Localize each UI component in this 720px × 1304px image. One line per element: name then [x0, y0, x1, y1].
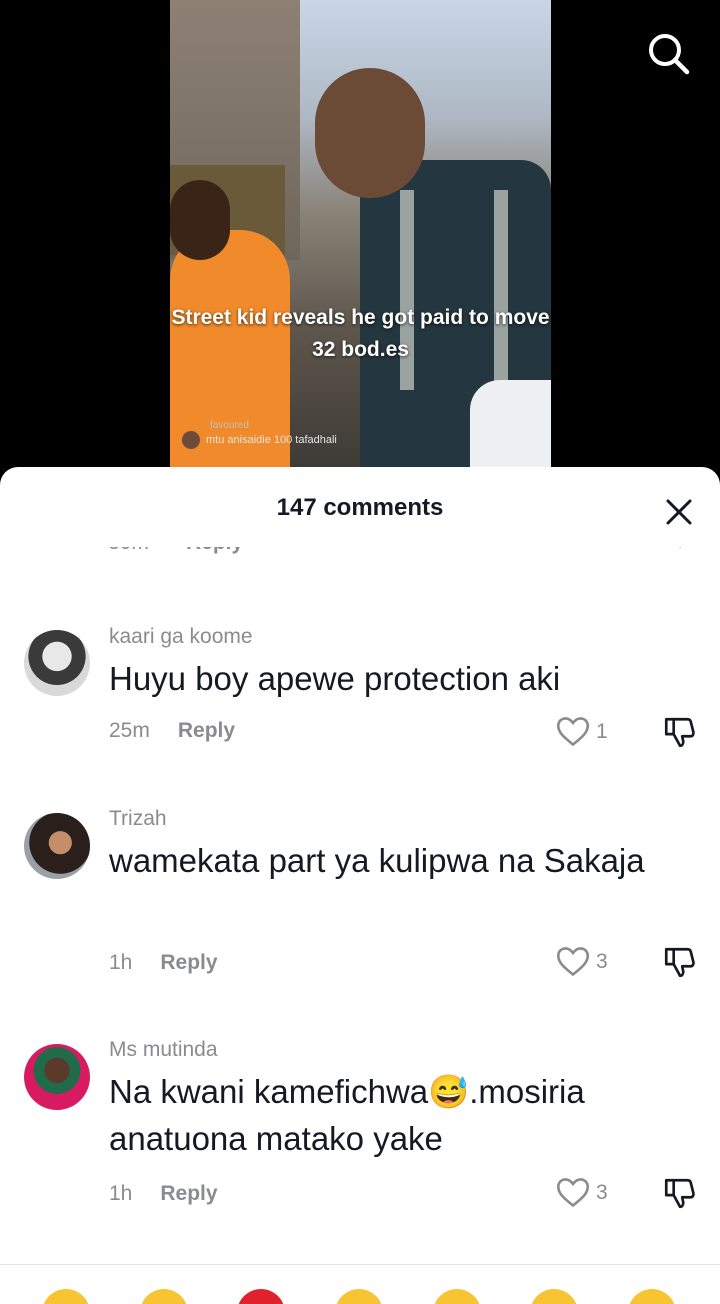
thumbs-down-icon[interactable] [663, 547, 695, 549]
avatar[interactable] [24, 630, 90, 696]
comment-meta: 1h Reply [109, 1182, 218, 1206]
emoji-love-icon[interactable] [433, 1289, 481, 1304]
like-button[interactable]: 1 [556, 715, 616, 749]
comment-meta: 1h Reply [109, 951, 218, 975]
video-street-kid-head [170, 180, 230, 260]
video-comment-sticker: favoured mtu anisaidie 100 tafadhali [182, 420, 337, 449]
video-caption: Street kid reveals he got paid to move 3… [171, 306, 550, 361]
comment-text: Huyu boy apewe protection aki [109, 660, 561, 697]
comment-username[interactable]: kaari ga koome [109, 625, 253, 649]
emoji-quick-bar [0, 1264, 720, 1304]
thumbs-down-icon[interactable] [662, 715, 696, 749]
video-frame[interactable]: Street kid reveals he got paid to move 3… [170, 0, 551, 470]
like-button[interactable]: 3 [556, 1176, 616, 1210]
comment-username[interactable]: Ms mutinda [109, 1038, 218, 1062]
thumbs-down-icon[interactable] [662, 1176, 696, 1210]
emoji-thinking-icon[interactable] [140, 1289, 188, 1304]
comment-time: 25m [109, 719, 150, 742]
comment-item: kaari ga koome Huyu boy apewe protection… [0, 625, 720, 748]
emoji-smile-icon[interactable] [335, 1289, 383, 1304]
heart-outline-icon[interactable] [556, 715, 590, 749]
emoji-laugh-icon[interactable] [42, 1289, 90, 1304]
comment-item: Ms mutinda Na kwani kamefichwa😅.mosiria … [0, 1038, 720, 1210]
reply-button[interactable]: Reply [178, 719, 235, 742]
thumbs-down-icon[interactable] [662, 945, 696, 979]
comment-username[interactable]: Trizah [109, 807, 167, 831]
avatar[interactable] [24, 813, 90, 879]
video-glove [470, 380, 551, 470]
comment-partial-row: 30m Reply [0, 547, 720, 557]
like-count: 3 [596, 1181, 608, 1204]
video-player[interactable]: Street kid reveals he got paid to move 3… [0, 0, 720, 470]
emoji-grin-icon[interactable] [530, 1289, 578, 1304]
close-icon[interactable] [662, 495, 696, 529]
reply-button[interactable]: Reply [186, 547, 243, 555]
comment-text: wamekata part ya kulipwa na Sakaja [109, 842, 645, 879]
heart-outline-icon[interactable] [556, 1176, 590, 1210]
video-sticker-text: mtu anisaidie 100 tafadhali [206, 434, 337, 446]
comments-sheet: 147 comments 30m Reply kaari ga koome Hu… [0, 467, 720, 1304]
avatar[interactable] [24, 1044, 90, 1110]
video-sticker-handle: favoured [210, 420, 249, 431]
comment-time: 1h [109, 1182, 133, 1205]
reply-button[interactable]: Reply [160, 951, 217, 974]
comments-header: 147 comments [0, 467, 720, 547]
reply-button[interactable]: Reply [160, 1182, 217, 1205]
comment-text: Na kwani kamefichwa😅.mosiria anatuona ma… [109, 1073, 585, 1157]
heart-outline-icon[interactable] [556, 945, 590, 979]
comments-list[interactable]: 30m Reply kaari ga koome Huyu boy apewe … [0, 547, 720, 1237]
emoji-wow-icon[interactable] [628, 1289, 676, 1304]
like-button[interactable]: 3 [556, 945, 616, 979]
comment-time: 30m [108, 547, 149, 555]
like-count: 1 [596, 720, 608, 743]
emoji-heart-icon[interactable] [237, 1289, 285, 1304]
comment-item: Trizah wamekata part ya kulipwa na Sakaj… [0, 807, 720, 979]
comment-meta: 25m Reply [109, 719, 235, 743]
comments-count: 147 comments [276, 494, 444, 521]
video-official-head [315, 68, 425, 198]
search-icon[interactable] [645, 30, 691, 76]
video-sticker-avatar [182, 431, 200, 449]
comment-time: 1h [109, 951, 133, 974]
like-count: 3 [596, 950, 608, 973]
